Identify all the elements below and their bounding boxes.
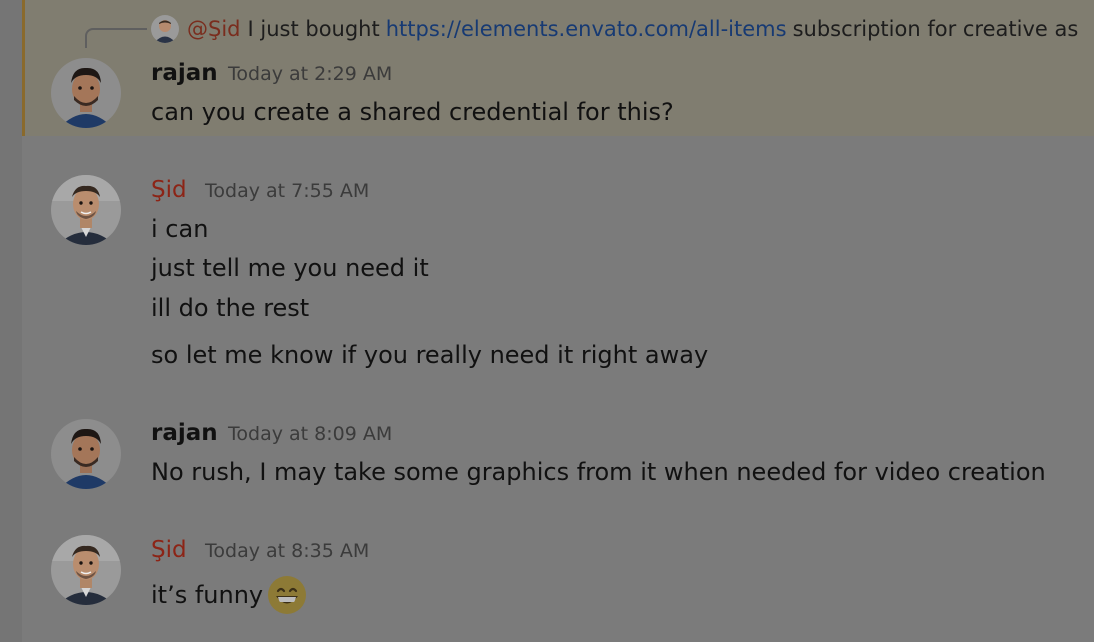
chat-window: @Şid I just bought https://elements.enva… xyxy=(0,0,1094,642)
message-timestamp: Today at 8:35 AM xyxy=(205,540,370,562)
rajan-avatar[interactable] xyxy=(51,58,121,128)
author-name[interactable]: rajan xyxy=(151,420,218,446)
envato-link[interactable]: https://elements.envato.com/all-items xyxy=(386,17,787,41)
rajan-avatar[interactable] xyxy=(51,419,121,489)
message-timestamp: Today at 7:55 AM xyxy=(205,180,370,202)
message-text: can you create a shared credential for t… xyxy=(151,98,674,126)
author-name[interactable]: Şid xyxy=(151,177,187,203)
message-timestamp: Today at 8:09 AM xyxy=(228,423,393,445)
reply-connector xyxy=(85,28,147,48)
left-gutter xyxy=(0,0,22,642)
sid-mini-avatar[interactable] xyxy=(151,15,179,43)
message-text: No rush, I may take some graphics from i… xyxy=(151,458,1046,486)
sid-avatar[interactable] xyxy=(51,535,121,605)
reply-preview[interactable]: @Şid I just bought https://elements.enva… xyxy=(151,15,1078,43)
mention-sid[interactable]: @Şid xyxy=(187,17,241,41)
message-text: it’s funny xyxy=(151,581,264,609)
reply-text-before: I just bought xyxy=(247,17,380,41)
message-text: so let me know if you really need it rig… xyxy=(151,341,709,369)
message-line: it’s funny xyxy=(151,575,307,615)
grinning-face-with-smiling-eyes-icon[interactable] xyxy=(267,575,307,615)
message-text: just tell me you need it xyxy=(151,254,429,282)
reply-text-after: subscription for creative as xyxy=(792,17,1079,41)
sid-avatar[interactable] xyxy=(51,175,121,245)
author-name[interactable]: Şid xyxy=(151,537,187,563)
message-timestamp: Today at 2:29 AM xyxy=(228,63,393,85)
message-text: i can xyxy=(151,215,209,243)
message-text: ill do the rest xyxy=(151,294,310,322)
author-name[interactable]: rajan xyxy=(151,60,218,86)
